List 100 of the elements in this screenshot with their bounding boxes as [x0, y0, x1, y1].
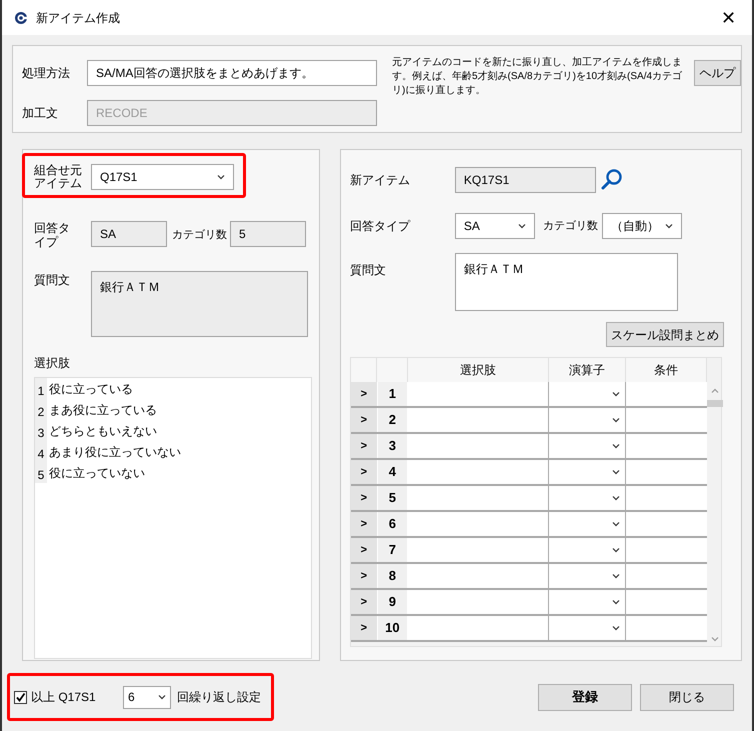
scroll-down-icon[interactable]: [710, 636, 719, 642]
table-cell[interactable]: [626, 512, 707, 536]
caret-icon: [612, 443, 620, 449]
help-button[interactable]: ヘルプ: [694, 60, 741, 86]
operator-dropdown[interactable]: [548, 434, 626, 458]
caret-icon: [612, 495, 620, 501]
caret-icon: [664, 223, 673, 229]
scroll-up-icon[interactable]: [710, 388, 719, 394]
dropdown[interactable]: （自動）: [602, 213, 682, 239]
row-number: 6: [376, 512, 408, 536]
checkbox[interactable]: [14, 690, 27, 704]
table-cell[interactable]: [626, 460, 707, 484]
row-number: 3: [35, 420, 47, 441]
field-label: 新アイテム: [350, 172, 411, 189]
table-cell[interactable]: [408, 538, 549, 562]
row-expander[interactable]: >: [350, 486, 377, 510]
field-label: 組合せ元アイテム: [34, 164, 83, 190]
table-cell[interactable]: [408, 590, 549, 614]
caret-icon: [612, 625, 620, 631]
operator-dropdown[interactable]: [548, 382, 626, 406]
table-cell[interactable]: [626, 564, 707, 588]
row-number: 5: [376, 486, 408, 510]
row-number: 3: [376, 434, 408, 458]
table-cell[interactable]: [626, 486, 707, 510]
row-expander[interactable]: >: [350, 460, 377, 484]
dropdown[interactable]: SA: [454, 213, 535, 239]
close-dialog-button[interactable]: 閉じる: [640, 684, 734, 710]
operator-dropdown[interactable]: [548, 486, 626, 510]
table-cell[interactable]: [626, 434, 707, 458]
row-expander[interactable]: >: [350, 434, 377, 458]
table-cell[interactable]: [408, 512, 549, 536]
operator-dropdown[interactable]: [548, 408, 626, 432]
operator-dropdown[interactable]: [548, 616, 626, 640]
register-button[interactable]: 登録: [538, 684, 632, 710]
caret-icon: [518, 223, 526, 229]
caret-icon: [612, 573, 620, 579]
table-cell[interactable]: [626, 616, 707, 640]
scale-merge-button[interactable]: スケール設問まとめ: [606, 322, 724, 347]
row-expander[interactable]: >: [350, 616, 377, 640]
operator-dropdown[interactable]: [548, 460, 626, 484]
field-label: 加工文: [22, 105, 59, 122]
row-expander[interactable]: >: [350, 382, 377, 406]
caret-icon: [612, 547, 620, 553]
caret-icon: [158, 694, 166, 700]
row-expander[interactable]: >: [350, 590, 377, 614]
row-expander[interactable]: >: [350, 538, 377, 562]
operator-dropdown[interactable]: [548, 590, 626, 614]
table-cell[interactable]: [408, 460, 549, 484]
close-button[interactable]: ✕: [717, 8, 740, 26]
text-field[interactable]: SA/MA回答の選択肢をまとめあげます。: [87, 60, 377, 86]
field-label: 処理方法: [22, 65, 71, 82]
table-cell[interactable]: [408, 564, 549, 588]
caret-icon: [612, 599, 620, 605]
caret-icon: [612, 469, 620, 475]
field-label: 質問文: [350, 262, 387, 279]
row-expander[interactable]: >: [350, 512, 377, 536]
row-expander[interactable]: >: [350, 564, 377, 588]
checkbox-label: 以上 Q17S1: [31, 689, 97, 706]
field-label: カテゴリ数: [542, 218, 598, 234]
dropdown[interactable]: Q17S1: [91, 164, 234, 190]
row-number: 1: [35, 378, 47, 399]
search-icon[interactable]: [600, 168, 624, 192]
window-title: 新アイテム作成: [36, 10, 120, 26]
text-area[interactable]: 銀行ＡＴＭ: [454, 253, 678, 311]
choice-text: あまり役に立っていない: [48, 444, 181, 460]
table-cell[interactable]: [408, 616, 549, 640]
row-number: 4: [35, 441, 47, 462]
table-cell[interactable]: [626, 590, 707, 614]
caret-icon: [612, 521, 620, 527]
table-cell[interactable]: [626, 382, 707, 406]
scroll-thumb[interactable]: [706, 400, 723, 407]
row-number: 4: [376, 460, 408, 484]
field-label: 回答タイプ: [350, 218, 412, 235]
choice-text: 役に立っている: [48, 380, 133, 398]
choice-text: まあ役に立っている: [48, 402, 157, 418]
row-number: 9: [376, 590, 408, 614]
dropdown[interactable]: 6: [123, 686, 171, 708]
field-label: 選択肢: [34, 355, 71, 372]
description-text: 元アイテムのコードを新たに振り直し、加工アイテムを作成します。例えば、年齢5才刻み(SA/8カテゴリ)を10才刻み(SA/4カテゴリ)に振り直します。: [392, 56, 684, 98]
operator-dropdown[interactable]: [548, 512, 626, 536]
text-area: 銀行ＡＴＭ: [91, 271, 308, 337]
table-cell[interactable]: [408, 486, 549, 510]
row-number: 1: [376, 382, 408, 406]
table-cell[interactable]: [626, 408, 707, 432]
field-label: カテゴリ数: [172, 228, 227, 243]
choice-text: どちらともいえない: [48, 422, 157, 440]
row-number: 5: [35, 462, 47, 483]
table-cell[interactable]: [408, 434, 549, 458]
caret-icon: [612, 417, 620, 423]
field-label: 回答タイプ: [34, 221, 71, 249]
operator-dropdown[interactable]: [548, 538, 626, 562]
row-number: 7: [376, 538, 408, 562]
field-label: 回繰り返し設定: [177, 689, 261, 706]
row-expander[interactable]: >: [350, 408, 377, 432]
operator-dropdown[interactable]: [548, 564, 626, 588]
caret-icon: [217, 174, 225, 180]
field-label: 質問文: [34, 272, 71, 289]
table-cell[interactable]: [626, 538, 707, 562]
table-cell[interactable]: [408, 408, 549, 432]
table-cell[interactable]: [408, 382, 549, 406]
